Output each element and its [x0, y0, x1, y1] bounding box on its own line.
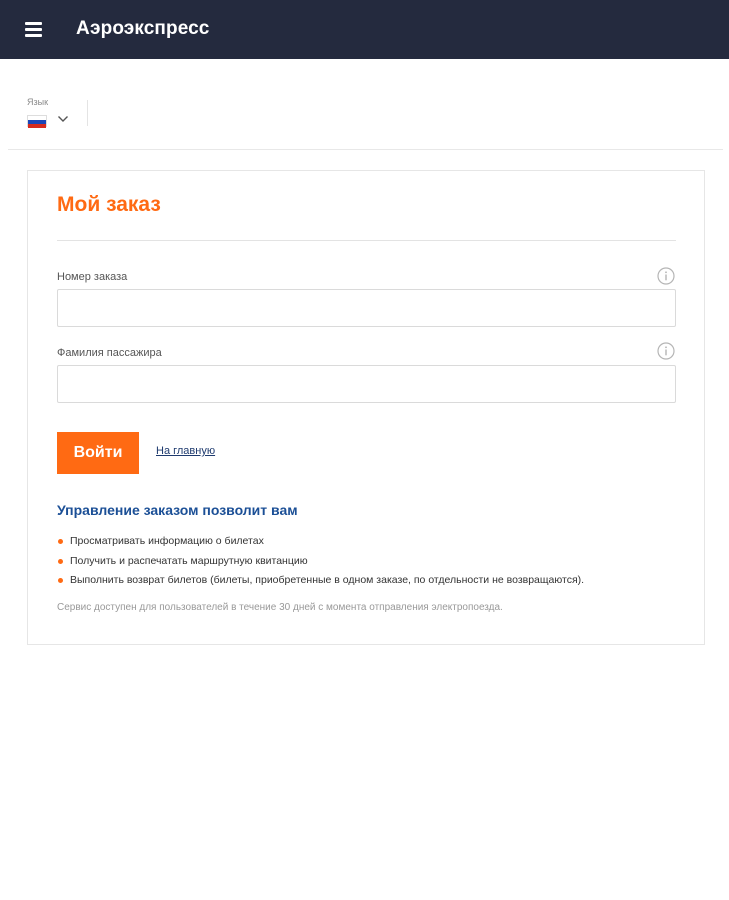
home-link[interactable]: На главную — [156, 445, 215, 457]
app-title: Аэроэкспресс — [76, 18, 210, 39]
title-divider — [57, 240, 676, 241]
bullet-icon — [58, 578, 63, 583]
language-selector: Язык — [27, 97, 68, 128]
list-item: Просматривать информацию о билетах — [57, 535, 584, 555]
language-divider — [87, 100, 88, 126]
order-number-label: Номер заказа — [57, 271, 128, 283]
list-item-text: Получить и распечатать маршрутную квитан… — [70, 554, 308, 567]
service-note: Сервис доступен для пользователей в тече… — [57, 602, 503, 613]
my-order-card: Мой заказ Номер заказа Фамилия пассажира… — [27, 170, 705, 645]
login-button[interactable]: Войти — [57, 432, 139, 474]
list-item: Выполнить возврат билетов (билеты, приоб… — [57, 574, 584, 594]
chevron-down-icon — [58, 116, 68, 122]
language-dropdown[interactable] — [27, 111, 73, 129]
features-list: Просматривать информацию о билетах Получ… — [57, 535, 584, 594]
passenger-surname-label: Фамилия пассажира — [57, 347, 162, 359]
app-bar: Аэроэкспресс — [0, 0, 729, 59]
language-label: Язык — [27, 97, 49, 107]
bullet-icon — [58, 558, 63, 564]
order-number-input[interactable] — [57, 289, 676, 327]
passenger-surname-info-icon[interactable] — [657, 342, 675, 360]
hamburger-menu-icon[interactable] — [22, 18, 46, 40]
list-item: Получить и распечатать маршрутную квитан… — [57, 555, 584, 575]
list-item-text: Выполнить возврат билетов (билеты, приоб… — [70, 574, 585, 586]
page-title: Мой заказ — [57, 193, 161, 216]
header-divider — [8, 149, 723, 150]
bullet-icon — [58, 539, 63, 544]
order-number-info-icon[interactable] — [657, 267, 675, 285]
russia-flag-icon — [27, 115, 47, 128]
order-management-title: Управление заказом позволит вам — [57, 502, 298, 518]
list-item-text: Просматривать информацию о билетах — [70, 535, 264, 547]
passenger-surname-input[interactable] — [57, 365, 676, 403]
